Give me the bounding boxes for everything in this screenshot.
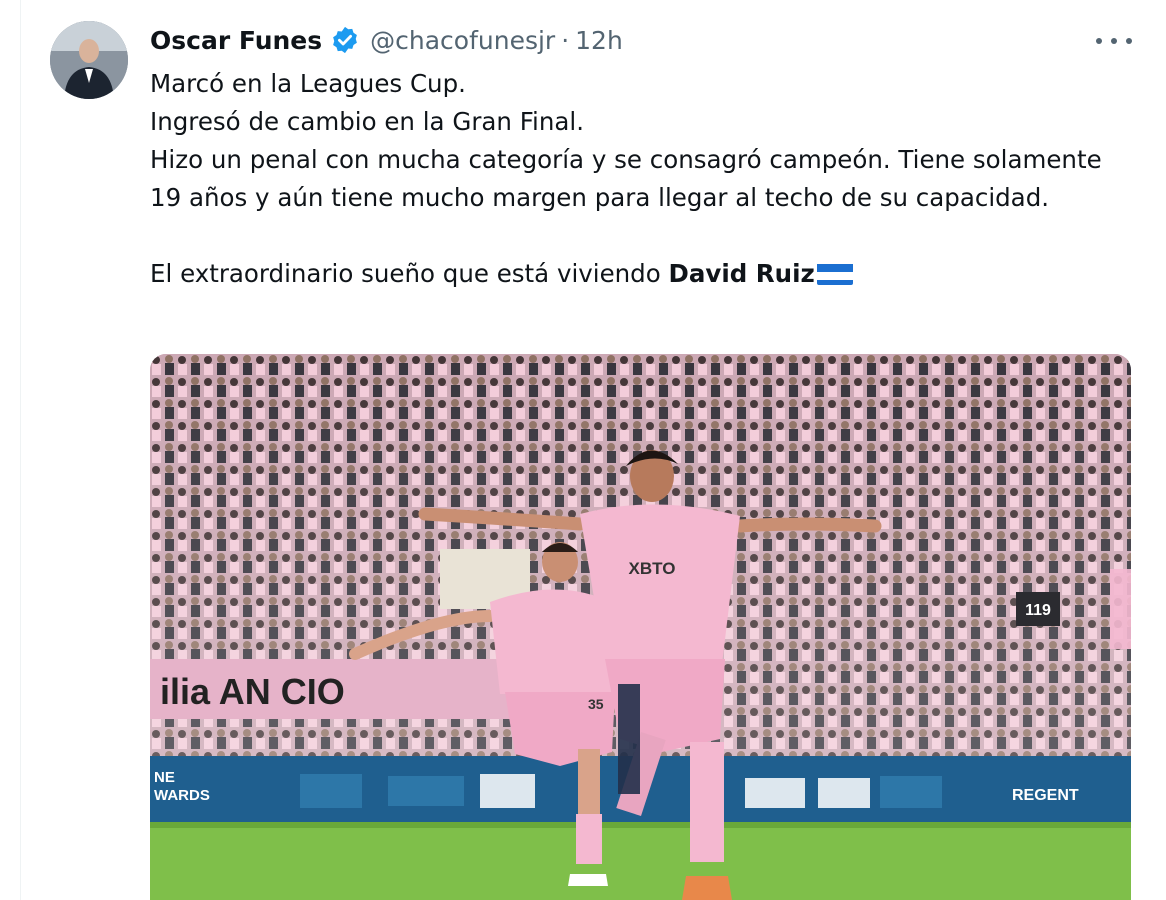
stand-sign-text: 119 [1025, 602, 1051, 619]
author-name[interactable]: Oscar Funes [150, 26, 322, 55]
tweet-closing-line: El extraordinario sueño que está viviend… [150, 255, 1110, 293]
jersey-number: 35 [588, 696, 604, 712]
timestamp[interactable]: 12h [575, 26, 623, 55]
celebration-photo: 119 ilia AN CIO NE WARDS REGENT 35 XBTO [150, 354, 1131, 900]
ad-board-text: REGENT [1012, 787, 1079, 804]
honduras-flag-icon [816, 261, 853, 285]
pitch [150, 822, 1131, 900]
dot [1096, 38, 1102, 44]
avatar-photo [50, 21, 128, 99]
tweet-line: Marcó en la Leagues Cup. [150, 69, 466, 98]
dot [1111, 38, 1117, 44]
avatar[interactable] [50, 21, 128, 99]
closing-text: El extraordinario sueño que está viviend… [150, 259, 669, 288]
tweet-text: Marcó en la Leagues Cup. Ingresó de camb… [150, 65, 1110, 293]
fan-banner-text: ilia AN CIO [160, 671, 345, 712]
ad-board-text: NE [154, 769, 175, 786]
verified-badge-icon [330, 25, 360, 55]
ad-board-text: WARDS [154, 787, 210, 804]
jersey-sponsor: XBTO [629, 559, 676, 578]
tweet-photo[interactable]: 119 ilia AN CIO NE WARDS REGENT 35 XBTO [150, 354, 1131, 900]
timeline-border [20, 0, 21, 900]
more-options-icon[interactable] [1096, 26, 1132, 56]
tweet-line: Ingresó de cambio en la Gran Final. [150, 107, 584, 136]
header-separator: · [561, 25, 570, 55]
player-name: David Ruiz [668, 259, 815, 288]
tweet-header: Oscar Funes @chacofunesjr · 12h [150, 22, 623, 58]
dot [1126, 38, 1132, 44]
tweet-line: Hizo un penal con mucha categoría y se c… [150, 145, 1102, 212]
author-handle[interactable]: @chacofunesjr [370, 26, 555, 55]
